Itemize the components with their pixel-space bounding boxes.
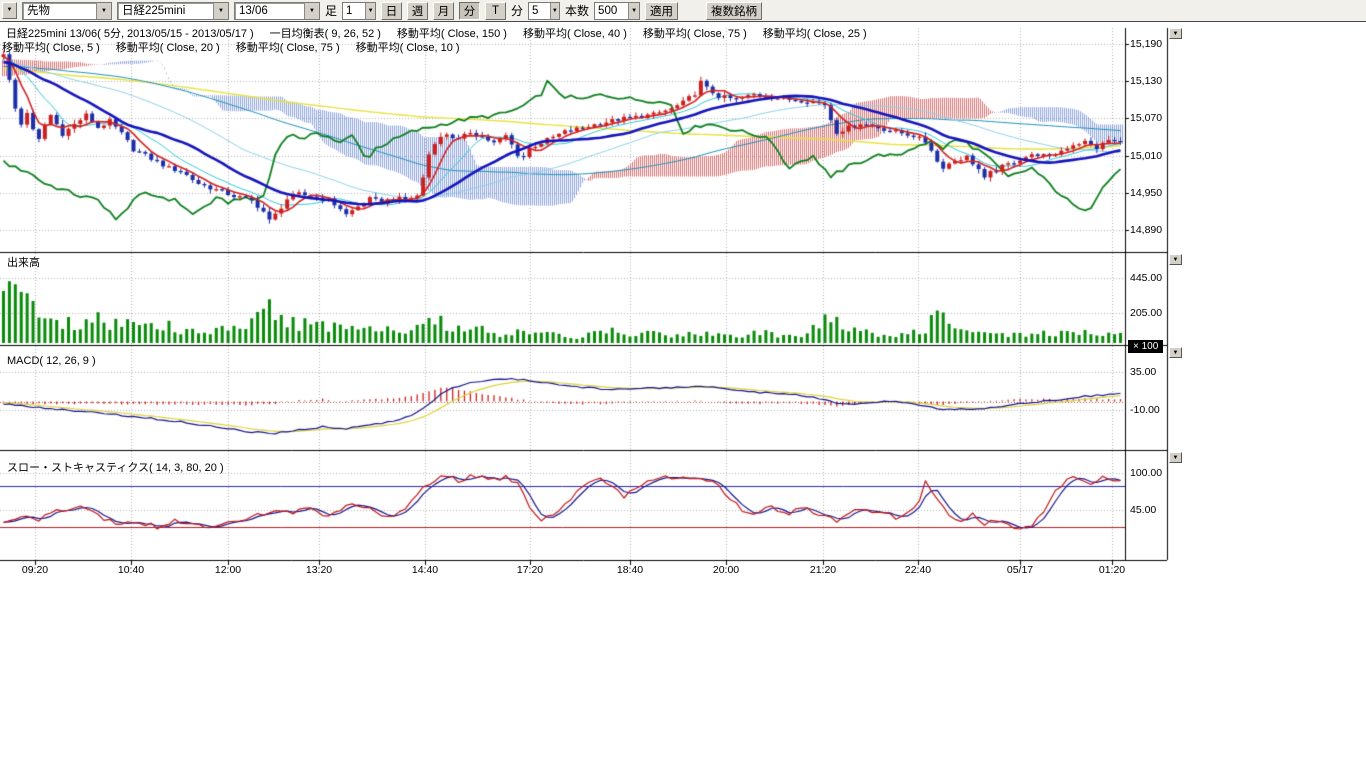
time-axis-label: 22:40 — [895, 564, 941, 576]
chevron-down-icon: ▼ — [365, 3, 375, 19]
time-axis-label: 10:40 — [108, 564, 154, 576]
price-axis-label: 15,190 — [1130, 38, 1162, 50]
period-month-button[interactable]: 月 — [433, 2, 454, 20]
period-week-button[interactable]: 週 — [407, 2, 428, 20]
stoch-axis-label: 100.00 — [1130, 467, 1162, 479]
volume-multiplier-badge: × 100 — [1128, 340, 1163, 353]
time-axis-label: 09:20 — [12, 564, 58, 576]
volume-axis-label: 445.00 — [1130, 272, 1162, 284]
price-axis-label: 14,950 — [1130, 187, 1162, 199]
pane-scroll-volume-button[interactable]: ▼ — [1169, 254, 1182, 265]
minute-label: 分 — [511, 2, 523, 19]
chevron-down-icon: ▼ — [304, 3, 319, 19]
pane-scroll-macd-button[interactable]: ▼ — [1169, 347, 1182, 358]
contract-month-select[interactable]: 13/06 ▼ — [234, 2, 320, 20]
bar-type-label: 足 — [325, 2, 337, 19]
multi-symbol-button[interactable]: 複数銘柄 — [706, 2, 762, 20]
apply-button[interactable]: 適用 — [645, 2, 678, 20]
bar-multiplier-field[interactable] — [343, 3, 365, 19]
price-axis-label: 15,130 — [1130, 75, 1162, 87]
bar-count-input[interactable]: ▼ — [594, 2, 640, 20]
time-axis-label: 21:20 — [800, 564, 846, 576]
contract-month-value: 13/06 — [235, 3, 304, 19]
stoch-axis-label: 45.00 — [1130, 504, 1156, 516]
chart-canvas[interactable] — [0, 22, 1170, 582]
legend-ma75: 移動平均( Close, 75 ) — [643, 25, 747, 41]
symbol-value: 日経225mini — [118, 3, 213, 19]
macd-axis-label: 35.00 — [1130, 366, 1156, 378]
legend-row-2: 移動平均( Close, 5 ) 移動平均( Close, 20 ) 移動平均(… — [2, 39, 460, 55]
chevron-down-icon: ▼ — [628, 3, 639, 19]
minute-field[interactable] — [529, 3, 550, 19]
bar-count-label: 本数 — [565, 2, 589, 19]
price-axis-label: 14,890 — [1130, 224, 1162, 236]
symbol-select[interactable]: 日経225mini ▼ — [117, 2, 229, 20]
legend-ma10: 移動平均( Close, 10 ) — [356, 39, 460, 55]
minute-input[interactable]: ▼ — [528, 2, 560, 20]
toolbar: ▼ 先物 ▼ 日経225mini ▼ 13/06 ▼ 足 ▼ 日 週 月 分 T… — [0, 0, 1366, 22]
time-axis-label: 18:40 — [607, 564, 653, 576]
legend-ma25: 移動平均( Close, 25 ) — [763, 25, 867, 41]
category-select[interactable]: 先物 ▼ — [22, 2, 112, 20]
macd-pane-title: MACD( 12, 26, 9 ) — [7, 355, 96, 367]
chevron-down-icon: ▼ — [96, 3, 111, 19]
volume-axis-label: 205.00 — [1130, 307, 1162, 319]
period-minute-button[interactable]: 分 — [459, 2, 480, 20]
volume-pane-title: 出来高 — [7, 254, 40, 270]
period-tick-button[interactable]: T — [485, 2, 506, 20]
stochastics-pane-title: スロー・ストキャスティクス( 14, 3, 80, 20 ) — [7, 459, 224, 475]
period-day-button[interactable]: 日 — [381, 2, 402, 20]
chevron-down-icon: ▼ — [213, 3, 228, 19]
time-axis-label: 20:00 — [703, 564, 749, 576]
time-axis-label: 17:20 — [507, 564, 553, 576]
legend-ma75b: 移動平均( Close, 75 ) — [236, 39, 340, 55]
pane-scroll-stochastics-button[interactable]: ▼ — [1169, 452, 1182, 463]
chevron-down-icon: ▼ — [550, 3, 559, 19]
bar-count-field[interactable] — [595, 3, 628, 19]
category-value: 先物 — [23, 3, 96, 19]
time-axis-label: 05/17 — [997, 564, 1043, 576]
time-axis-label: 13:20 — [296, 564, 342, 576]
legend-ma40: 移動平均( Close, 40 ) — [523, 25, 627, 41]
legend-ma5: 移動平均( Close, 5 ) — [2, 39, 100, 55]
collapse-toolbar-button[interactable]: ▼ — [2, 2, 17, 19]
time-axis-label: 01:20 — [1089, 564, 1135, 576]
legend-ma20: 移動平均( Close, 20 ) — [116, 39, 220, 55]
price-axis-label: 15,010 — [1130, 150, 1162, 162]
time-axis-label: 14:40 — [402, 564, 448, 576]
macd-axis-label: -10.00 — [1130, 404, 1160, 416]
time-axis-label: 12:00 — [205, 564, 251, 576]
price-axis-label: 15,070 — [1130, 112, 1162, 124]
bar-multiplier-input[interactable]: ▼ — [342, 2, 376, 20]
pane-scroll-price-button[interactable]: ▼ — [1169, 28, 1182, 39]
